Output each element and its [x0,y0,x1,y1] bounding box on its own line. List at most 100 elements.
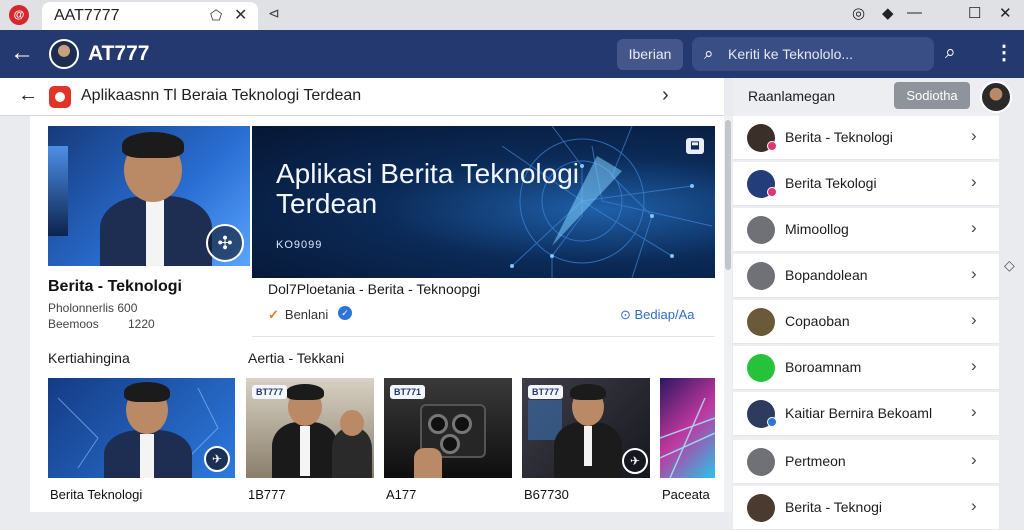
search-box[interactable]: ⌕ Keriti ke Teknololo... [692,37,934,71]
scrollbar-thumb[interactable] [725,120,731,270]
chevron-right-icon[interactable]: › [971,126,977,146]
banner-title: Aplikasi Berita Teknologi [276,158,579,189]
verified-icon: ✓ [338,306,352,320]
side-panel-title: Raanlamegan [748,88,836,104]
chevron-right-icon[interactable]: › [971,450,977,470]
channel-list-label: Pertmeon [785,453,846,469]
side-panel-header: Raanlamegan Sodiotha [733,78,1012,116]
user-avatar[interactable] [980,81,1012,113]
banner-subtext: KO9099 [276,239,323,251]
hero-banner[interactable]: Aplikasi Berita Teknologi Terdean KO9099… [252,126,715,278]
video-thumbnail[interactable]: ✈ BT777 [522,378,650,478]
channel-icon [747,308,775,336]
channel-list-label: Berita Tekologi [785,175,877,191]
back-arrow-icon[interactable]: ← [8,38,36,68]
checkmark-icon: ✓ [268,307,279,322]
banner-caption[interactable]: Dol7Ploetania - Berita - Teknoopgi [268,281,480,297]
play-icon[interactable]: ✈ [622,448,648,474]
tab-close-icon[interactable]: ✕ [234,5,247,25]
app-icon[interactable]: @ [9,5,29,25]
video-card[interactable]: BT777 1B777 [246,378,374,512]
tab-pin-icon[interactable]: ⬠ [210,7,222,24]
video-card[interactable]: Paceata [660,378,715,512]
breadcrumb-next-icon[interactable]: › [662,84,669,107]
status-dot-icon [767,141,777,151]
channel-list-item[interactable]: Berita Tekologi › [733,162,999,206]
app-header: ← AT777 Iberian ⌕ Keriti ke Teknololo...… [0,30,1024,78]
profile-icon[interactable]: ◎ [852,4,865,22]
video-card[interactable]: ✈ Berita Teknologi [48,378,235,512]
video-card[interactable]: BT771 A177 [384,378,512,512]
scroll-handle-icon[interactable]: ◇ [1004,257,1015,274]
channel-list-label: Bopandolean [785,267,868,283]
tab-title: AAT7777 [54,7,120,24]
maximize-icon[interactable]: ☐ [968,4,981,22]
chevron-right-icon[interactable]: › [971,172,977,192]
channel-list-item[interactable]: Kaitiar Bernira Bekoaml › [733,392,999,436]
channel-list-label: Mimoollog [785,221,849,237]
neon-graphic [660,397,715,478]
video-title[interactable]: Paceata [662,487,710,502]
video-title[interactable]: Berita Teknologi [50,487,142,502]
play-badge-icon[interactable]: ✣ [206,224,244,262]
breadcrumb-title: Aplikaasnn Tl Beraia Teknologi Terdean [81,87,362,104]
channel-icon [747,448,775,476]
search-icon: ⌕ [704,44,714,63]
search-button-icon[interactable]: ⌕ [945,42,956,64]
featured-title[interactable]: Berita - Teknologi [48,278,182,296]
tab-switch-icon[interactable]: ⊲ [268,5,280,22]
breadcrumb-bar: ← Aplikaasnn Tl Beraia Teknologi Terdean… [0,78,724,116]
featured-thumbnail[interactable]: ✣ [48,126,250,266]
scrollbar[interactable] [724,116,732,512]
channel-list-item[interactable]: Berita - Teknologi › [733,116,999,160]
channel-list-item[interactable]: Boroamnam › [733,346,999,390]
browser-tab[interactable]: AAT7777 ⬠ ✕ [42,2,258,30]
breadcrumb-back-icon[interactable]: ← [18,84,38,107]
banner-save-icon[interactable]: ⬓ [686,138,704,154]
video-title[interactable]: 1B777 [248,487,286,502]
video-card[interactable]: ✈ BT777 B67730 [522,378,650,512]
channel-list-label: Boroamnam [785,359,862,375]
channel-list-item[interactable]: Pertmeon › [733,440,999,484]
status-dot-icon [767,187,777,197]
video-thumbnail[interactable]: BT771 [384,378,512,478]
featured-meta: Pholonnerlis 600 [48,301,138,315]
video-thumbnail[interactable] [660,378,715,478]
chevron-right-icon[interactable]: › [971,310,977,330]
chevron-right-icon[interactable]: › [971,356,977,376]
video-badge: BT777 [252,385,288,399]
play-icon[interactable]: ✈ [204,446,230,472]
close-window-icon[interactable]: ✕ [999,4,1012,22]
side-panel-button[interactable]: Sodiotha [894,82,970,109]
channel-list-item[interactable]: Berita - Teknogi › [733,486,999,530]
status-dot-icon [767,417,777,427]
video-thumbnail[interactable]: BT777 [246,378,374,478]
channel-list-item[interactable]: Mimoollog › [733,208,999,252]
channel-title: AT777 [88,42,150,65]
banner-author[interactable]: ✓ Benlani [268,307,328,323]
more-menu-icon[interactable]: ⋮ [994,40,1014,65]
featured-meta-count: 1220 [128,317,155,331]
video-title[interactable]: A177 [386,487,416,502]
channel-list-item[interactable]: Copaoban › [733,300,999,344]
banner-action-label: Bediap/Aa [634,307,695,322]
channel-list-item[interactable]: Bopandolean › [733,254,999,298]
app-logo-icon [49,86,71,108]
chevron-right-icon[interactable]: › [971,218,977,238]
section-title: Kertiahingina [48,350,130,366]
minimize-icon[interactable]: — [907,4,922,21]
shield-icon[interactable]: ◆ [882,4,894,22]
chevron-right-icon[interactable]: › [971,496,977,516]
chevron-right-icon[interactable]: › [971,402,977,422]
channel-avatar[interactable] [49,39,79,69]
channel-icon [747,216,775,244]
video-title[interactable]: B67730 [524,487,569,502]
header-button[interactable]: Iberian [617,39,683,70]
video-thumbnail[interactable]: ✈ [48,378,235,478]
chevron-right-icon[interactable]: › [971,264,977,284]
search-input[interactable]: Keriti ke Teknololo... [728,46,853,62]
banner-action-link[interactable]: ⊙ Bediap/Aa [620,307,695,323]
channel-list-label: Berita - Teknologi [785,129,893,145]
side-panel: Raanlamegan Sodiotha Berita - Teknologi ›… [733,78,1012,530]
channel-list-label: Berita - Teknogi [785,499,883,515]
